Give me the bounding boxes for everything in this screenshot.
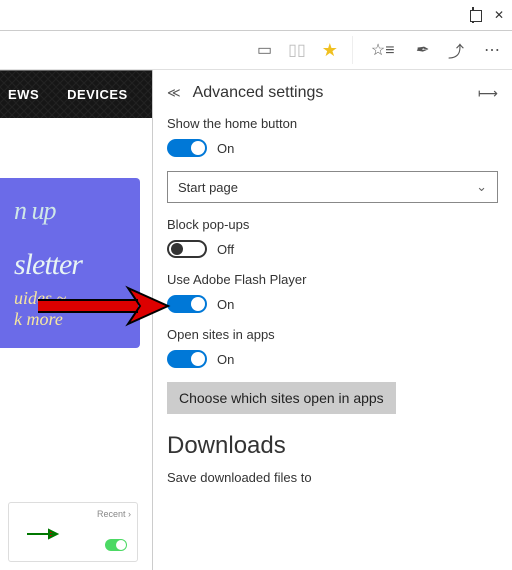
- page-content: EWS DEVICES n up sletter uides ~ k more …: [0, 70, 152, 570]
- book-icon[interactable]: ▯▯: [288, 40, 306, 60]
- downloads-heading: Downloads: [167, 432, 498, 460]
- site-nav: EWS DEVICES: [0, 70, 152, 118]
- mini-toggle[interactable]: [105, 539, 127, 551]
- back-button[interactable]: ≪: [167, 85, 181, 101]
- downloads-sublabel: Save downloaded files to: [167, 470, 498, 485]
- toggle-state: On: [217, 352, 234, 367]
- pen-icon[interactable]: ✒: [415, 40, 428, 60]
- settings-panel: ≪ Advanced settings ⟼ Show the home butt…: [152, 70, 512, 570]
- mini-widget: Recent ›: [8, 502, 138, 562]
- card-text: sletter: [14, 248, 128, 282]
- pin-icon[interactable]: ⟼: [478, 85, 498, 102]
- toggle-state: On: [217, 297, 234, 312]
- setting-label: Use Adobe Flash Player: [167, 272, 498, 287]
- mini-arrow-annotation: [25, 527, 65, 545]
- newsletter-card: n up sletter uides ~ k more: [0, 178, 140, 348]
- card-text: k more: [14, 309, 128, 330]
- favorites-hub-icon[interactable]: ☆≡: [371, 40, 395, 60]
- block-popups-toggle[interactable]: [167, 240, 207, 258]
- restore-button[interactable]: [472, 8, 474, 22]
- nav-item[interactable]: DEVICES: [67, 87, 128, 102]
- chevron-down-icon: ⌄: [476, 179, 487, 195]
- home-button-toggle[interactable]: [167, 139, 207, 157]
- setting-label: Open sites in apps: [167, 327, 498, 342]
- card-text: uides ~: [14, 288, 128, 309]
- nav-item[interactable]: EWS: [8, 87, 39, 102]
- window-controls: ✕: [0, 0, 512, 30]
- more-icon[interactable]: ⋯: [484, 40, 500, 60]
- favorite-star-icon[interactable]: ★: [322, 40, 338, 61]
- toggle-state: On: [217, 141, 234, 156]
- start-page-select[interactable]: Start page ⌄: [167, 171, 498, 203]
- close-button[interactable]: ✕: [494, 8, 504, 22]
- panel-title: Advanced settings: [193, 84, 324, 102]
- toolbar: ▭ ▯▯ ★ ☆≡ ✒ ⤴ ⋯: [0, 30, 512, 70]
- open-in-apps-toggle[interactable]: [167, 350, 207, 368]
- choose-sites-button[interactable]: Choose which sites open in apps: [167, 382, 396, 414]
- card-text: n up: [14, 196, 128, 226]
- flash-toggle[interactable]: [167, 295, 207, 313]
- reading-view-icon[interactable]: ▭: [257, 40, 272, 60]
- share-icon[interactable]: ⤴: [448, 38, 464, 62]
- setting-label: Show the home button: [167, 116, 498, 131]
- setting-label: Block pop-ups: [167, 217, 498, 232]
- select-value: Start page: [178, 180, 238, 195]
- recent-label: Recent ›: [15, 509, 131, 519]
- toggle-state: Off: [217, 242, 234, 257]
